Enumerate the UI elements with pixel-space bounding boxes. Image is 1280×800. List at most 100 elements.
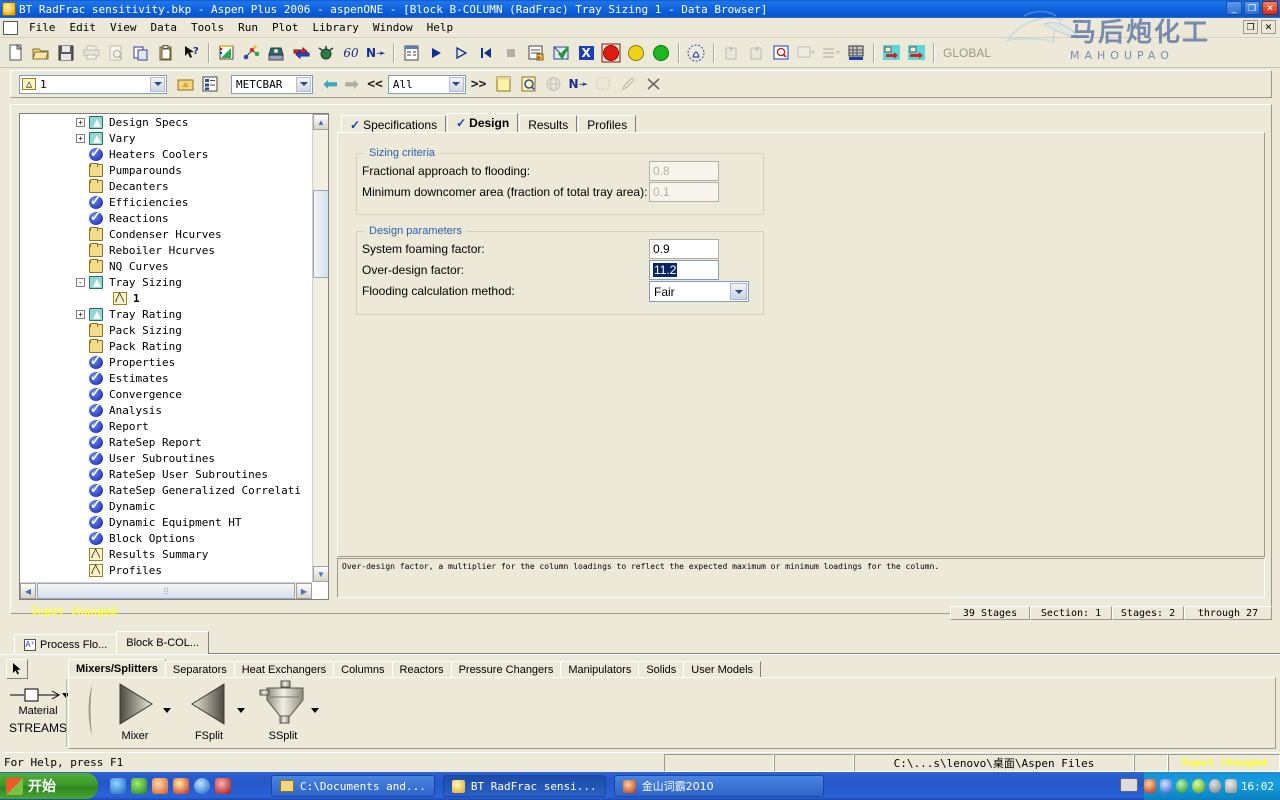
palette-item-fsplit[interactable]: FSplit [179, 680, 245, 742]
tree-node[interactable]: Heaters Coolers [20, 145, 312, 162]
export-stream-icon[interactable] [904, 41, 928, 65]
palette-tab-strip[interactable]: Mixers/Splitters Separators Heat Exchanger… [68, 659, 762, 678]
menu-library[interactable]: Library [306, 19, 366, 36]
palette-item-mixer[interactable]: Mixer [105, 680, 171, 742]
form-tab-results[interactable]: Results [519, 115, 578, 133]
status-yellow-icon[interactable] [624, 41, 648, 65]
status-green-icon[interactable] [649, 41, 673, 65]
over-design-factor-input[interactable]: 11.2 [649, 260, 719, 280]
quicklaunch-user-icon[interactable] [152, 778, 168, 794]
fractional-flooding-input[interactable]: 0.8 [649, 161, 719, 181]
tree-node[interactable]: Reboiler Hcurves [20, 242, 312, 258]
tree-node[interactable]: Profiles [20, 562, 312, 578]
palette-scroll-left[interactable] [77, 680, 101, 740]
tray-network-icon[interactable] [1160, 779, 1173, 793]
tree-node[interactable]: Reactions [20, 209, 312, 226]
tree-horizontal-scrollbar[interactable]: ◀ ⁞⁞ ▶ [20, 582, 312, 599]
taskbar-item-aspen[interactable]: BT RadFrac sensi... [442, 775, 606, 797]
menu-file[interactable]: File [22, 19, 63, 36]
excel-export-icon[interactable]: X [574, 41, 598, 65]
tree-node[interactable]: Convergence [20, 385, 312, 402]
tree-scroll-thumb[interactable] [313, 190, 328, 278]
min-downcomer-area-input[interactable]: 0.1 [649, 182, 719, 202]
import-stream-icon[interactable] [879, 41, 903, 65]
expand-icon[interactable]: + [76, 133, 85, 143]
run-icon[interactable] [424, 41, 448, 65]
tree-node[interactable]: - Tray Sizing [20, 274, 312, 290]
unit-sets-icon[interactable] [684, 41, 708, 65]
close-button[interactable]: ✕ [1262, 1, 1278, 15]
collapse-icon[interactable]: - [76, 277, 85, 287]
palette-tab-manipulators[interactable]: Manipulators [560, 661, 640, 678]
tree-node[interactable]: Results Summary [20, 546, 312, 562]
tree-node[interactable]: 1 [20, 290, 312, 306]
tree-node[interactable]: Properties [20, 353, 312, 370]
tree-node[interactable]: RateSep Generalized Correlati [20, 481, 312, 498]
tree-node[interactable]: Decanters [20, 178, 312, 194]
doctab-process-flowsheet[interactable]: A⁺ Process Flo... [14, 634, 118, 654]
units-combo[interactable]: METCBAR [231, 74, 313, 94]
prev-sheet-button[interactable]: << [367, 77, 383, 92]
quicklaunch-app-icon[interactable] [215, 778, 231, 794]
palette-tab-columns[interactable]: Columns [333, 661, 393, 678]
tray-misc-icon[interactable] [1208, 779, 1221, 793]
tree-scroll-left-button[interactable]: ◀ [20, 583, 36, 599]
flooding-calc-method-combo[interactable]: Fair [649, 281, 749, 302]
navigation-tree[interactable]: + Design Specs + Vary Heaters Coolers Pumparo… [20, 114, 312, 582]
navigation-tree-panel[interactable]: + Design Specs + Vary Heaters Coolers Pumparo… [19, 113, 329, 600]
mdi-close-button[interactable]: ✕ [1261, 20, 1276, 34]
restore-button[interactable]: ❐ [1244, 1, 1260, 15]
tree-node[interactable]: + Vary [20, 130, 312, 146]
tray-update-icon[interactable] [1192, 779, 1205, 793]
document-tab-bar[interactable]: A⁺ Process Flo... Block B-COL... [0, 628, 1280, 654]
tray-shield-icon[interactable] [1176, 779, 1189, 793]
taskbar-clock[interactable]: 16:02 [1241, 780, 1274, 793]
palette-item-ssplit[interactable]: SSplit [253, 680, 319, 742]
tree-node[interactable]: Estimates [20, 369, 312, 386]
quicklaunch-media-icon[interactable] [110, 778, 126, 794]
tree-node[interactable]: RateSep User Subroutines [20, 465, 312, 482]
palette-tab-solids[interactable]: Solids [638, 661, 685, 678]
menu-tools[interactable]: Tools [184, 19, 231, 36]
window-controls[interactable]: _ ❐ ✕ [1226, 1, 1278, 15]
zoom-full-icon[interactable] [769, 41, 793, 65]
palette-tab-reactors[interactable]: Reactors [391, 661, 452, 678]
save-file-icon[interactable] [54, 41, 78, 65]
notes-icon[interactable] [492, 72, 516, 96]
tree-scroll-up-button[interactable]: ▲ [313, 114, 328, 130]
stream-table-icon[interactable] [289, 41, 313, 65]
quicklaunch-dict-icon[interactable] [173, 778, 189, 794]
data-browser-icon[interactable] [264, 41, 288, 65]
tree-node[interactable]: NQ Curves [20, 258, 312, 274]
tray-dict-icon[interactable] [1144, 779, 1157, 793]
tree-node[interactable]: Block Options [20, 529, 312, 546]
tray-mouse-icon[interactable] [1224, 779, 1237, 793]
object-selector-chevron-down-icon[interactable] [150, 76, 165, 92]
tree-node[interactable]: Analysis [20, 401, 312, 418]
tree-scroll-right-button[interactable]: ▶ [296, 583, 312, 599]
whats-this-icon[interactable]: ? [179, 41, 203, 65]
tree-node[interactable]: Condenser Hcurves [20, 226, 312, 242]
mixer-dropdown-icon[interactable] [163, 708, 171, 713]
tree-node[interactable]: + Tray Rating [20, 306, 312, 322]
quicklaunch-browser-icon[interactable] [131, 778, 147, 794]
taskbar-item-explorer[interactable]: C:\Documents and... [271, 775, 435, 797]
tree-vertical-scrollbar[interactable]: ▲ ▼ [312, 114, 328, 582]
control-panel-icon[interactable] [524, 41, 548, 65]
form-tab-profiles[interactable]: Profiles [578, 115, 637, 133]
units-chevron-down-icon[interactable] [296, 76, 311, 92]
taskbar-task-list[interactable]: C:\Documents and... BT RadFrac sensi... … [263, 775, 824, 797]
new-file-icon[interactable] [4, 41, 28, 65]
flowsheet-icon[interactable] [239, 41, 263, 65]
palette-tab-pressure-changers[interactable]: Pressure Changers [450, 661, 562, 678]
tree-node[interactable]: Pumparounds [20, 162, 312, 178]
form-tab-strip[interactable]: ✓ Specifications ✓ Design Results Profiles [337, 113, 1265, 133]
tree-node[interactable]: + Design Specs [20, 114, 312, 130]
check-results-icon[interactable] [549, 41, 573, 65]
fsplit-dropdown-icon[interactable] [237, 708, 245, 713]
back-arrow-icon[interactable]: ⬅ [323, 75, 338, 93]
reinitialize-icon[interactable] [474, 41, 498, 65]
material-stream-icon[interactable] [6, 687, 64, 703]
start-button[interactable]: 开始 [0, 773, 98, 799]
menu-run[interactable]: Run [231, 19, 265, 36]
